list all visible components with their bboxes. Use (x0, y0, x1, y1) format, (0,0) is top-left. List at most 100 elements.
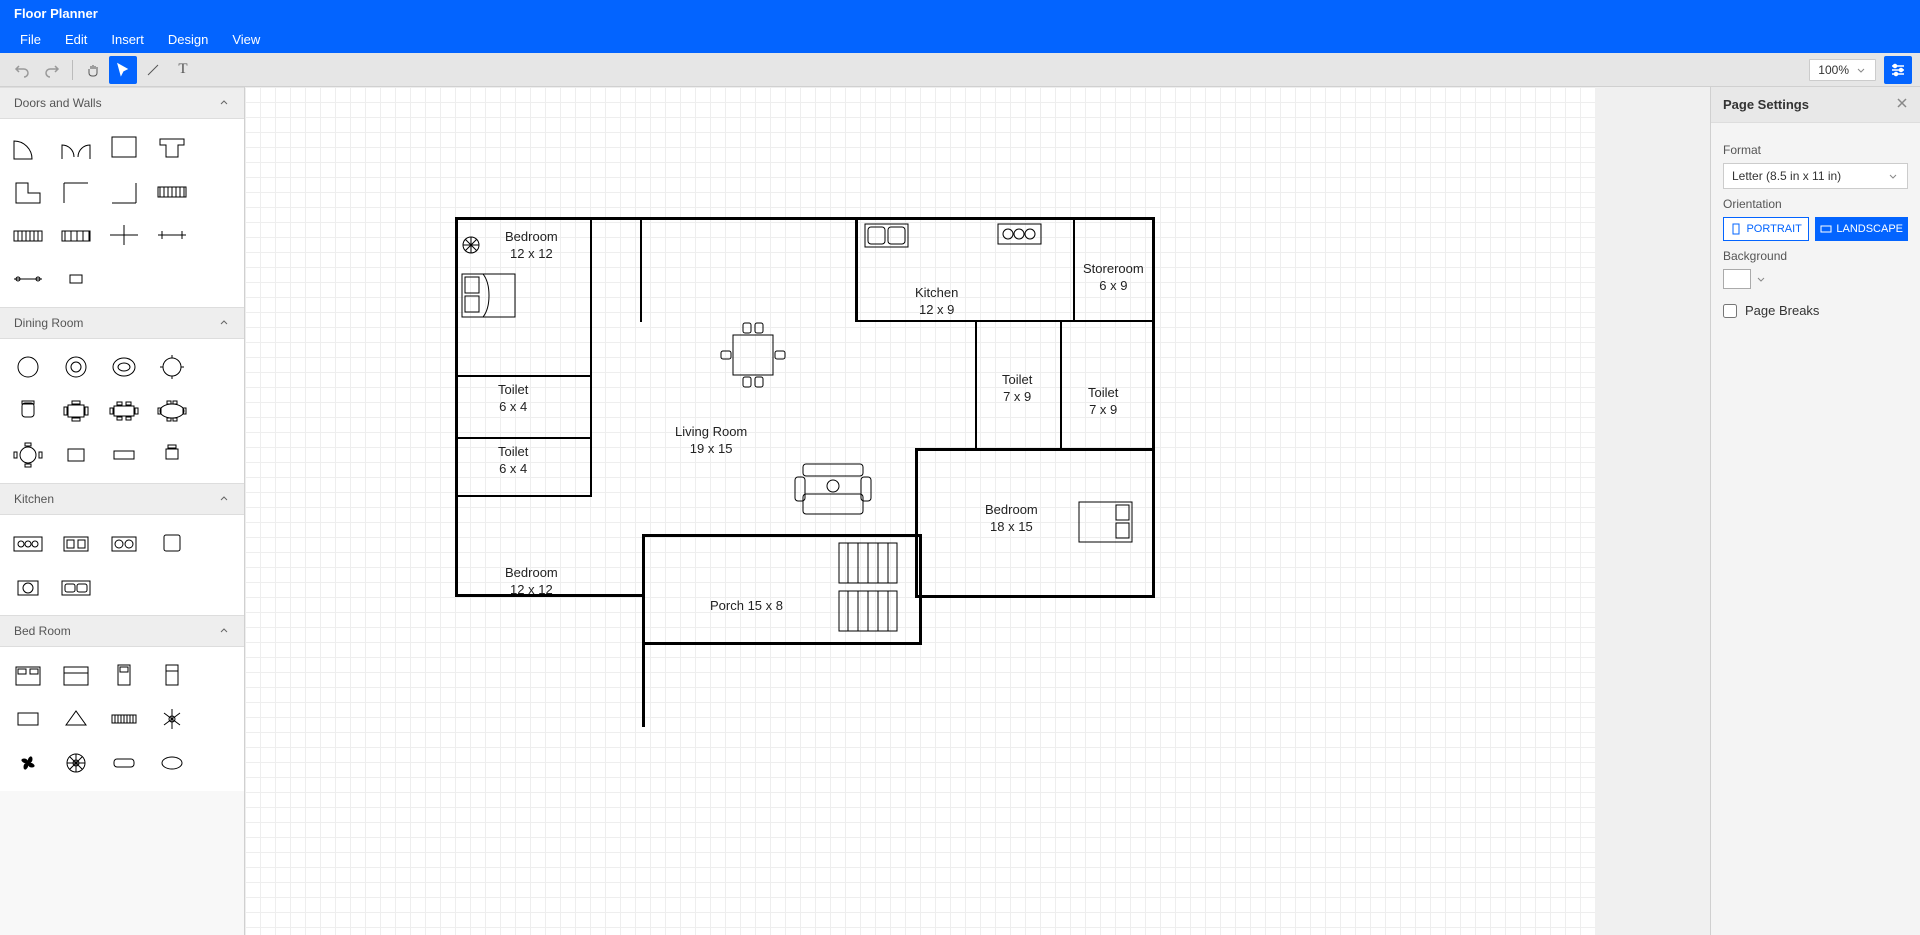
canvas[interactable]: Bedroom12 x 12 Toilet6 x 4 Toilet6 x 4 B… (245, 87, 1710, 935)
shape-sink1[interactable] (6, 569, 50, 605)
shape-wall-l1[interactable] (6, 173, 50, 209)
shape-bed-double2[interactable] (54, 657, 98, 693)
panel-dining-header[interactable]: Dining Room (0, 307, 244, 339)
line-tool-button[interactable] (139, 56, 167, 84)
wall[interactable] (455, 495, 592, 497)
furniture-sofa-set[interactable] (793, 459, 873, 519)
wall[interactable] (915, 448, 918, 598)
zoom-select[interactable]: 100% (1809, 59, 1876, 81)
wall[interactable] (915, 595, 1155, 598)
wall[interactable] (455, 375, 592, 377)
shape-table-round4[interactable] (150, 349, 194, 385)
wall[interactable] (1152, 217, 1155, 597)
furniture-stairs[interactable] (838, 542, 898, 632)
shape-door-double[interactable] (54, 129, 98, 165)
page-breaks-checkbox[interactable]: Page Breaks (1723, 303, 1908, 318)
menu-design[interactable]: Design (156, 28, 220, 51)
wall[interactable] (975, 320, 977, 450)
pan-tool-button[interactable] (79, 56, 107, 84)
wall[interactable] (919, 534, 922, 644)
close-icon[interactable] (1896, 97, 1908, 109)
shape-window3[interactable] (54, 217, 98, 253)
shape-table-round3[interactable] (102, 349, 146, 385)
wall[interactable] (1073, 217, 1075, 322)
chevron-down-icon[interactable] (1755, 273, 1767, 285)
shape-bed-single2[interactable] (150, 657, 194, 693)
shape-door-arc[interactable] (6, 129, 50, 165)
format-select[interactable]: Letter (8.5 in x 11 in) (1723, 163, 1908, 189)
orientation-portrait-button[interactable]: PORTRAIT (1723, 217, 1809, 241)
wall[interactable] (915, 448, 1155, 451)
wall[interactable] (455, 217, 1155, 220)
shape-fan2[interactable] (6, 745, 50, 781)
shape-sink2[interactable] (54, 569, 98, 605)
shape-window2[interactable] (6, 217, 50, 253)
wall[interactable] (640, 217, 642, 322)
wall[interactable] (590, 217, 592, 377)
shape-opening2[interactable] (6, 261, 50, 297)
shape-wall-l2[interactable] (54, 173, 98, 209)
furniture-dining-table[interactable] (713, 315, 793, 395)
wall[interactable] (590, 375, 592, 497)
wall[interactable] (1073, 320, 1155, 322)
shape-dining-side[interactable] (150, 437, 194, 473)
canvas-page[interactable]: Bedroom12 x 12 Toilet6 x 4 Toilet6 x 4 B… (245, 87, 1595, 935)
furniture-sink[interactable] (864, 223, 909, 248)
menu-insert[interactable]: Insert (99, 28, 156, 51)
shape-bed-single[interactable] (102, 657, 146, 693)
menu-view[interactable]: View (220, 28, 272, 51)
shape-heater[interactable] (102, 701, 146, 737)
page-breaks-input[interactable] (1723, 304, 1737, 318)
redo-button[interactable] (38, 56, 66, 84)
wall[interactable] (642, 537, 645, 727)
shape-opening3[interactable] (54, 261, 98, 297)
shape-dining-set1[interactable] (54, 393, 98, 429)
shape-cabinet[interactable] (102, 745, 146, 781)
shape-dining-round-chairs[interactable] (6, 437, 50, 473)
panel-bedroom-header[interactable]: Bed Room (0, 615, 244, 647)
settings-toggle-button[interactable] (1884, 56, 1912, 84)
shape-wall-square[interactable] (102, 129, 146, 165)
shape-fridge[interactable] (150, 525, 194, 561)
shape-wall-l3[interactable] (102, 173, 146, 209)
orientation-landscape-button[interactable]: LANDSCAPE (1815, 217, 1908, 241)
shape-table-round1[interactable] (6, 349, 50, 385)
wall[interactable] (642, 642, 922, 645)
shape-lamp[interactable] (54, 701, 98, 737)
menu-file[interactable]: File (8, 28, 53, 51)
shape-dining-oval[interactable] (150, 393, 194, 429)
shape-stove2b[interactable] (102, 525, 146, 561)
wall[interactable] (855, 320, 1075, 322)
panel-doors-walls-header[interactable]: Doors and Walls (0, 87, 244, 119)
furniture-stove[interactable] (997, 223, 1042, 245)
shape-wall-t[interactable] (150, 129, 194, 165)
background-color-picker[interactable] (1723, 269, 1751, 289)
furniture-bed3[interactable] (1078, 501, 1133, 543)
shape-dining-set2[interactable] (102, 393, 146, 429)
shape-stove2a[interactable] (54, 525, 98, 561)
shape-wall-cross[interactable] (102, 217, 146, 253)
shape-dining-rect[interactable] (54, 437, 98, 473)
wall[interactable] (1060, 320, 1062, 450)
shape-window1[interactable] (150, 173, 194, 209)
select-tool-button[interactable] (109, 56, 137, 84)
shape-bed-double[interactable] (6, 657, 50, 693)
menu-edit[interactable]: Edit (53, 28, 99, 51)
wall[interactable] (855, 217, 858, 322)
shape-fan1[interactable] (150, 701, 194, 737)
shape-oval[interactable] (150, 745, 194, 781)
furniture-bed[interactable] (461, 273, 516, 318)
shape-stove3[interactable] (6, 525, 50, 561)
wall[interactable] (455, 437, 592, 439)
shape-table-round2[interactable] (54, 349, 98, 385)
wall[interactable] (455, 217, 458, 597)
undo-button[interactable] (8, 56, 36, 84)
shape-fan3[interactable] (54, 745, 98, 781)
panel-kitchen-header[interactable]: Kitchen (0, 483, 244, 515)
shape-chair1[interactable] (6, 393, 50, 429)
wall[interactable] (642, 534, 922, 537)
shape-dining-rect2[interactable] (102, 437, 146, 473)
shape-opening1[interactable] (150, 217, 194, 253)
text-tool-button[interactable]: T (169, 56, 197, 84)
shape-tv[interactable] (6, 701, 50, 737)
